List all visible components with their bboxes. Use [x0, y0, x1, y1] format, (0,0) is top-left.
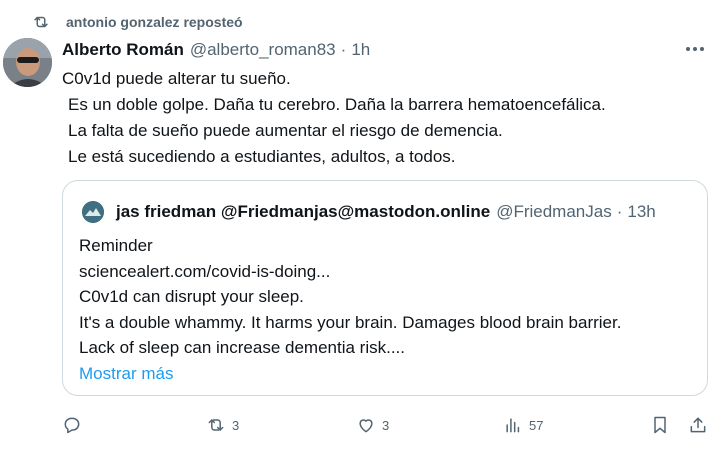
- post-line: Es un doble golpe. Daña tu cerebro. Daña…: [68, 95, 606, 114]
- quoted-author-name: jas friedman @Friedmanjas@mastodon.onlin…: [116, 202, 491, 221]
- separator: ·: [616, 202, 623, 221]
- repost-count: 3: [232, 417, 240, 433]
- post-text: C0v1d puede alterar tu sueño. Es un dobl…: [62, 66, 702, 170]
- views-button[interactable]: 57: [503, 410, 543, 440]
- repost-icon: [32, 12, 52, 32]
- reply-icon: [64, 417, 80, 434]
- author-handle[interactable]: @alberto_roman83: [190, 40, 336, 60]
- post-time[interactable]: 1h: [351, 40, 370, 60]
- reply-button[interactable]: [62, 410, 82, 440]
- quoted-line: Lack of sleep can increase dementia risk…: [79, 338, 405, 357]
- quoted-post[interactable]: jas friedman @Friedmanjas@mastodon.onlin…: [62, 180, 708, 396]
- quoted-line: C0v1d can disrupt your sleep.: [79, 287, 304, 306]
- quoted-post-text: Reminder sciencealert.com/covid-is-doing…: [79, 233, 621, 386]
- repost-text: antonio gonzalez reposteó: [66, 14, 243, 30]
- show-more-link[interactable]: Mostrar más: [79, 361, 621, 387]
- share-button[interactable]: [688, 410, 708, 440]
- quoted-avatar: [82, 201, 104, 223]
- quoted-post-time: 13h: [627, 202, 656, 221]
- more-icon[interactable]: [682, 38, 708, 60]
- views-icon: [506, 418, 520, 433]
- quoted-author-handle: @FriedmanJas: [496, 202, 612, 221]
- quoted-post-header: jas friedman @Friedmanjas@mastodon.onlin…: [82, 199, 656, 225]
- repost-icon: [208, 419, 224, 431]
- quoted-line: It's a double whammy. It harms your brai…: [79, 312, 622, 332]
- post-line: La falta de sueño puede aumentar el ries…: [68, 121, 503, 140]
- separator: ·: [340, 40, 347, 59]
- post-header: Alberto Román @alberto_roman83 · 1h: [62, 38, 370, 62]
- author-name[interactable]: Alberto Román: [62, 40, 184, 60]
- bookmark-icon: [654, 416, 666, 434]
- quoted-line: Reminder: [79, 236, 153, 255]
- heart-icon: [359, 419, 373, 433]
- like-button[interactable]: 3: [356, 410, 389, 440]
- avatar[interactable]: [3, 38, 52, 87]
- repost-button[interactable]: 3: [206, 410, 239, 440]
- like-count: 3: [382, 417, 390, 433]
- repost-indicator[interactable]: antonio gonzalez reposteó: [32, 10, 243, 34]
- views-count: 57: [529, 417, 544, 433]
- post-line: Le está sucediendo a estudiantes, adulto…: [68, 147, 456, 166]
- quoted-line: sciencealert.com/covid-is-doing...: [79, 261, 331, 281]
- action-bar: 3 3 57: [0, 410, 722, 440]
- share-icon: [690, 417, 706, 433]
- bookmark-button[interactable]: [650, 410, 670, 440]
- post-line: C0v1d puede alterar tu sueño.: [62, 69, 291, 88]
